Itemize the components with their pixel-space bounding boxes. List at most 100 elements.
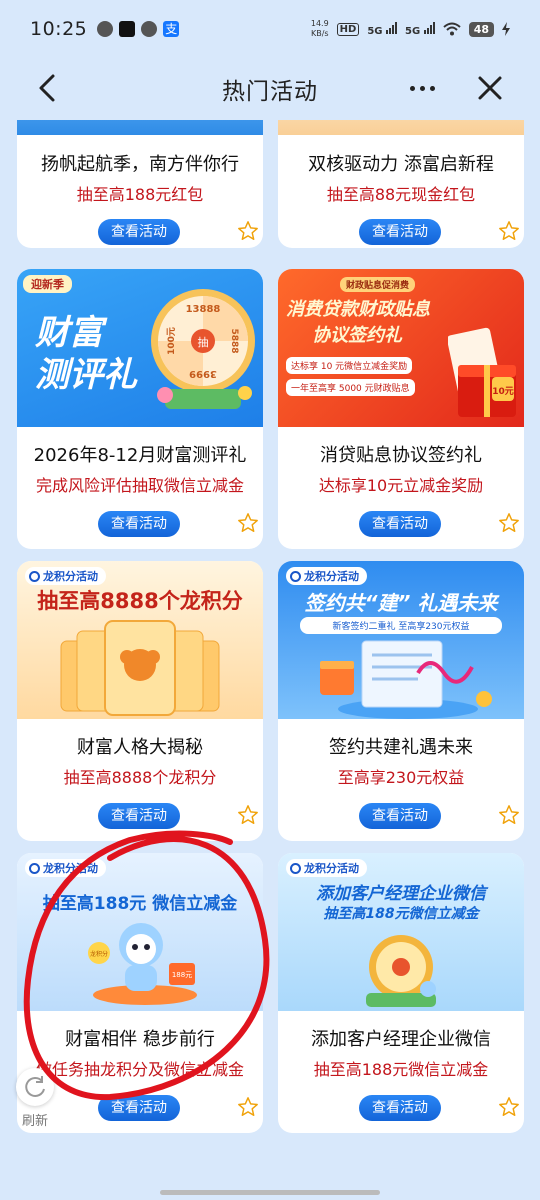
- banner-line-1: 新客签约二重礼 至高享230元权益: [300, 617, 502, 634]
- svg-text:5888: 5888: [229, 328, 239, 353]
- banner-line-2: 一年至高享 5000 元财政贴息: [286, 379, 415, 396]
- home-indicator[interactable]: [160, 1190, 380, 1195]
- card-banner: 龙积分活动 签约共“建” 礼遇未来 新客签约二重礼 至高享230元权益: [278, 561, 524, 719]
- reward-cards-illustration: [60, 620, 220, 716]
- svg-text:抽: 抽: [198, 335, 209, 349]
- card-banner: 龙积分活动 添加客户经理企业微信 抽至高188元微信立减金: [278, 853, 524, 1011]
- card-title: 消贷贴息协议签约礼: [320, 445, 482, 466]
- wechat-icon: [97, 21, 114, 37]
- card-banner: 迎新季 财富 测评礼 抽 13888 5888 3999 100元: [17, 269, 263, 427]
- card-subtitle: 抽至高8888个龙积分: [63, 768, 217, 787]
- view-activity-button[interactable]: 查看活动: [98, 1095, 180, 1121]
- star-icon[interactable]: [237, 220, 259, 242]
- star-icon[interactable]: [498, 1096, 520, 1118]
- page-title: 热门活动: [222, 79, 318, 105]
- activity-card[interactable]: 龙积分活动 添加客户经理企业微信 抽至高188元微信立减金 添加客户经理企业微信…: [278, 853, 524, 1133]
- refresh-button[interactable]: 刷新: [14, 1068, 56, 1130]
- card-subtitle: 抽至高188元微信立减金: [313, 1060, 489, 1079]
- loyalty-icon: [29, 862, 40, 874]
- banner-headline-2: 测评礼: [35, 355, 137, 395]
- card-banner: [278, 120, 524, 135]
- card-title: 财富相伴 稳步前行: [65, 1029, 215, 1050]
- card-banner: [17, 120, 263, 135]
- net-speed: 14.9 KB/s: [310, 19, 329, 38]
- banner-headline: 添加客户经理企业微信: [316, 884, 486, 904]
- battery-icon: 48: [468, 21, 494, 37]
- banner-headline: 签约共“建” 礼遇未来: [304, 591, 498, 615]
- star-icon[interactable]: [237, 804, 259, 826]
- card-subtitle: 抽至高88元现金红包: [326, 185, 476, 204]
- gift-box-illustration: 10元: [448, 327, 516, 417]
- card-title: 财富人格大揭秘: [77, 737, 203, 758]
- card-banner: 龙积分活动 抽至高8888个龙积分: [17, 561, 263, 719]
- refresh-icon: [16, 1068, 54, 1106]
- activity-card[interactable]: 扬帆起航季，南方伴你行 抽至高188元红包 查看活动: [17, 120, 263, 248]
- view-activity-button[interactable]: 查看活动: [98, 803, 180, 829]
- card-subtitle: 达标享10元立减金奖励: [318, 476, 484, 495]
- loyalty-icon: [29, 570, 40, 582]
- view-activity-button[interactable]: 查看活动: [359, 511, 441, 537]
- document-illustration: [320, 640, 492, 719]
- tiktok-icon: [119, 21, 136, 37]
- svg-text:龙积分: 龙积分: [90, 950, 108, 958]
- banner-tag: 龙积分活动: [25, 859, 106, 877]
- view-activity-button[interactable]: 查看活动: [98, 219, 180, 245]
- more-menu-button[interactable]: [400, 68, 444, 108]
- svg-text:188元: 188元: [172, 971, 192, 979]
- loyalty-icon: [290, 862, 301, 874]
- activity-card[interactable]: 财政贴息促消费 消费贷款财政贴息 协议签约礼 达标享 10 元微信立减金奖励 一…: [278, 269, 524, 549]
- alipay-icon: 支: [163, 21, 180, 37]
- card-subtitle: 抽至高188元红包: [76, 185, 204, 204]
- status-time: 10:25: [30, 18, 88, 40]
- activity-card[interactable]: 龙积分活动 签约共“建” 礼遇未来 新客签约二重礼 至高享230元权益 签约共建…: [278, 561, 524, 841]
- banner-tag: 龙积分活动: [286, 859, 367, 877]
- card-banner: 财政贴息促消费 消费贷款财政贴息 协议签约礼 达标享 10 元微信立减金奖励 一…: [278, 269, 524, 427]
- close-button[interactable]: [470, 68, 510, 108]
- banner-headline-2: 协议签约礼: [312, 325, 402, 346]
- svg-text:100元: 100元: [166, 327, 177, 355]
- charging-icon: [502, 22, 510, 36]
- prize-wheel-illustration: [366, 935, 436, 1007]
- card-title: 双核驱动力 添富启新程: [308, 154, 494, 175]
- card-title: 2026年8-12月财富测评礼: [33, 445, 247, 466]
- wifi-icon: [443, 22, 461, 36]
- svg-text:13888: 13888: [186, 304, 221, 315]
- view-activity-button[interactable]: 查看活动: [98, 511, 180, 537]
- refresh-label: 刷新: [21, 1114, 48, 1129]
- back-button[interactable]: [28, 68, 68, 108]
- mascot-illustration: 龙积分 188元: [88, 923, 197, 1005]
- activity-card[interactable]: 龙积分活动 抽至高8888个龙积分 财富人格大揭秘 抽至高8888个龙积分 查看…: [17, 561, 263, 841]
- view-activity-button[interactable]: 查看活动: [359, 219, 441, 245]
- star-icon[interactable]: [498, 512, 520, 534]
- banner-tag: 迎新季: [23, 275, 72, 293]
- activity-list[interactable]: 扬帆起航季，南方伴你行 抽至高188元红包 查看活动 双核驱动力 添富启新程 抽…: [0, 120, 540, 1200]
- star-icon[interactable]: [498, 220, 520, 242]
- star-icon[interactable]: [498, 804, 520, 826]
- card-title: 添加客户经理企业微信: [311, 1029, 491, 1050]
- star-icon[interactable]: [237, 512, 259, 534]
- card-title: 签约共建礼遇未来: [329, 737, 473, 758]
- status-bar: 10:25 支 14.9 KB/s HD 5G 5G 48: [0, 0, 540, 58]
- svg-text:3999: 3999: [189, 368, 217, 379]
- svg-text:10元: 10元: [492, 386, 514, 397]
- banner-headline: 抽至高188元 微信立减金: [42, 894, 238, 914]
- banner-tag: 财政贴息促消费: [340, 277, 416, 292]
- nav-bar: 热门活动: [0, 58, 540, 120]
- card-banner: 龙积分活动 抽至高188元 微信立减金 龙积分 188元: [17, 853, 263, 1011]
- activity-card[interactable]: 迎新季 财富 测评礼 抽 13888 5888 3999 100元 2026年8…: [17, 269, 263, 549]
- star-icon[interactable]: [237, 1096, 259, 1118]
- banner-tag: 龙积分活动: [286, 567, 367, 585]
- card-subtitle: 至高享230元权益: [337, 768, 465, 787]
- hd-icon: HD: [336, 22, 360, 36]
- activity-card[interactable]: 双核驱动力 添富启新程 抽至高88元现金红包 查看活动: [278, 120, 524, 248]
- view-activity-button[interactable]: 查看活动: [359, 803, 441, 829]
- prize-wheel-illustration: 抽 13888 5888 3999 100元: [151, 289, 255, 409]
- banner-headline-2: 抽至高188元微信立减金: [323, 906, 479, 922]
- card-title: 扬帆起航季，南方伴你行: [41, 154, 239, 175]
- signal-5g-1: 5G: [367, 21, 398, 37]
- view-activity-button[interactable]: 查看活动: [359, 1095, 441, 1121]
- banner-headline: 抽至高8888个龙积分: [37, 589, 243, 613]
- signal-5g-2: 5G: [405, 21, 435, 37]
- banner-headline: 消费贷款财政贴息: [286, 299, 430, 320]
- card-subtitle: 完成风险评估抽取微信立减金: [35, 476, 244, 495]
